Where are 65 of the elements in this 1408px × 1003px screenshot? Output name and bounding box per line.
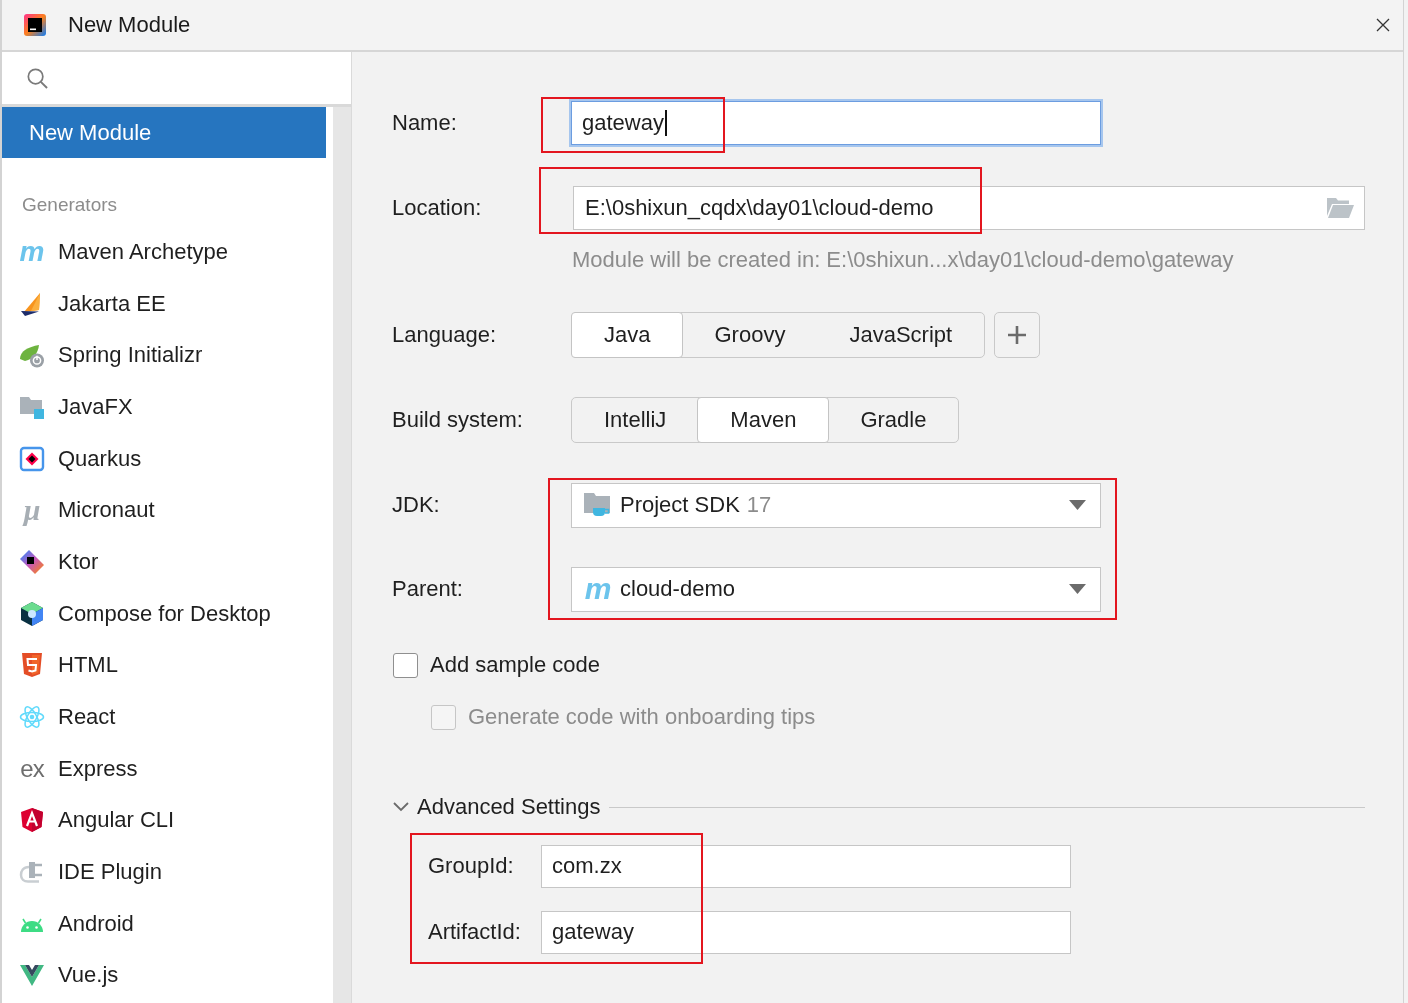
section-title: Advanced Settings (417, 794, 601, 820)
sidebar-item[interactable]: ex Express (2, 742, 326, 795)
sidebar-item[interactable]: Compose for Desktop (2, 587, 326, 640)
sidebar-item[interactable]: m Maven Archetype (2, 226, 326, 278)
group-header: Generators (21, 193, 119, 217)
field-label: Name: (392, 110, 458, 136)
plus-icon (1008, 326, 1027, 344)
mu-letter-icon: μ (19, 497, 45, 524)
search-icon (27, 67, 48, 89)
field-label: Build system: (392, 407, 524, 433)
shield-letter-a-icon (19, 807, 45, 834)
hint-text: Module will be created in: E:\0shixun...x\day01\cloud-demo\gateway (572, 247, 1234, 273)
checkbox[interactable] (393, 652, 418, 678)
field-label: GroupId: (428, 853, 515, 879)
diamond-icon (19, 548, 45, 575)
field-label: JDK: (392, 492, 441, 518)
option-button[interactable]: Gradle (827, 397, 960, 443)
ex-letters-icon: ex (19, 755, 45, 782)
path-field[interactable]: E:\0shixun_cqdx\day01\cloud-demo (573, 186, 1365, 230)
dropdown-arrow-icon (1069, 584, 1086, 594)
sidebar-item[interactable]: New Module (2, 107, 326, 158)
scrollbar[interactable] (333, 107, 351, 1003)
letter-m-icon: m (583, 576, 613, 602)
option-button[interactable]: Groovy (681, 312, 819, 358)
text-field[interactable]: gateway (541, 910, 1071, 954)
field-label: ArtifactId: (428, 919, 522, 945)
option-button[interactable]: Java (571, 312, 684, 358)
close-icon (1376, 18, 1390, 32)
sidebar-item[interactable]: Angular CLI (2, 794, 326, 847)
option-button[interactable]: Maven (697, 397, 830, 443)
sidebar-item[interactable]: React (2, 691, 326, 743)
sidebar-item[interactable]: μ Micronaut (2, 484, 326, 537)
field-label: Location: (392, 195, 483, 221)
dropdown[interactable]: m cloud-demo (571, 566, 1101, 612)
leaf-power-icon (19, 342, 45, 369)
field-label: Parent: (392, 576, 464, 602)
plug-icon (19, 859, 45, 886)
text-field[interactable]: com.zx (541, 844, 1071, 888)
folder-cup-icon (583, 491, 613, 519)
sidebar-item[interactable]: JavaFX (2, 381, 326, 433)
sidebar-item[interactable]: HTML (2, 639, 326, 692)
checkbox-label: Generate code with onboarding tips (468, 704, 816, 730)
window-title: New Module (68, 12, 191, 38)
field-label: Language: (392, 322, 497, 348)
option-button[interactable]: JavaScript (816, 312, 986, 358)
atom-icon (19, 704, 45, 731)
sidebar-item[interactable]: IDE Plugin (2, 846, 326, 898)
shield-five-icon (19, 652, 45, 679)
add-button[interactable] (994, 312, 1041, 358)
checkbox-label: Add sample code (430, 652, 600, 678)
sidebar-item[interactable]: Ktor (2, 536, 326, 588)
app-logo-icon (24, 14, 46, 36)
text-cursor-icon (664, 110, 667, 136)
sidebar-item[interactable]: Quarkus (2, 432, 326, 485)
letter-m-icon: m (19, 238, 45, 265)
option-button[interactable]: IntelliJ (571, 397, 700, 443)
sidebar-item[interactable]: Spring Initializr (2, 329, 326, 382)
sidebar-item[interactable]: Vue.js (2, 949, 326, 1002)
sidebar-item[interactable]: Jakarta EE (2, 277, 326, 330)
text-field[interactable]: gateway (571, 101, 1101, 145)
folder-icon[interactable] (1326, 197, 1354, 219)
dropdown[interactable]: Project SDK 17 (571, 482, 1101, 528)
sidebar-item[interactable]: Android (2, 897, 326, 950)
dropdown-arrow-icon (1069, 500, 1086, 510)
hexagon-icon (19, 600, 45, 627)
